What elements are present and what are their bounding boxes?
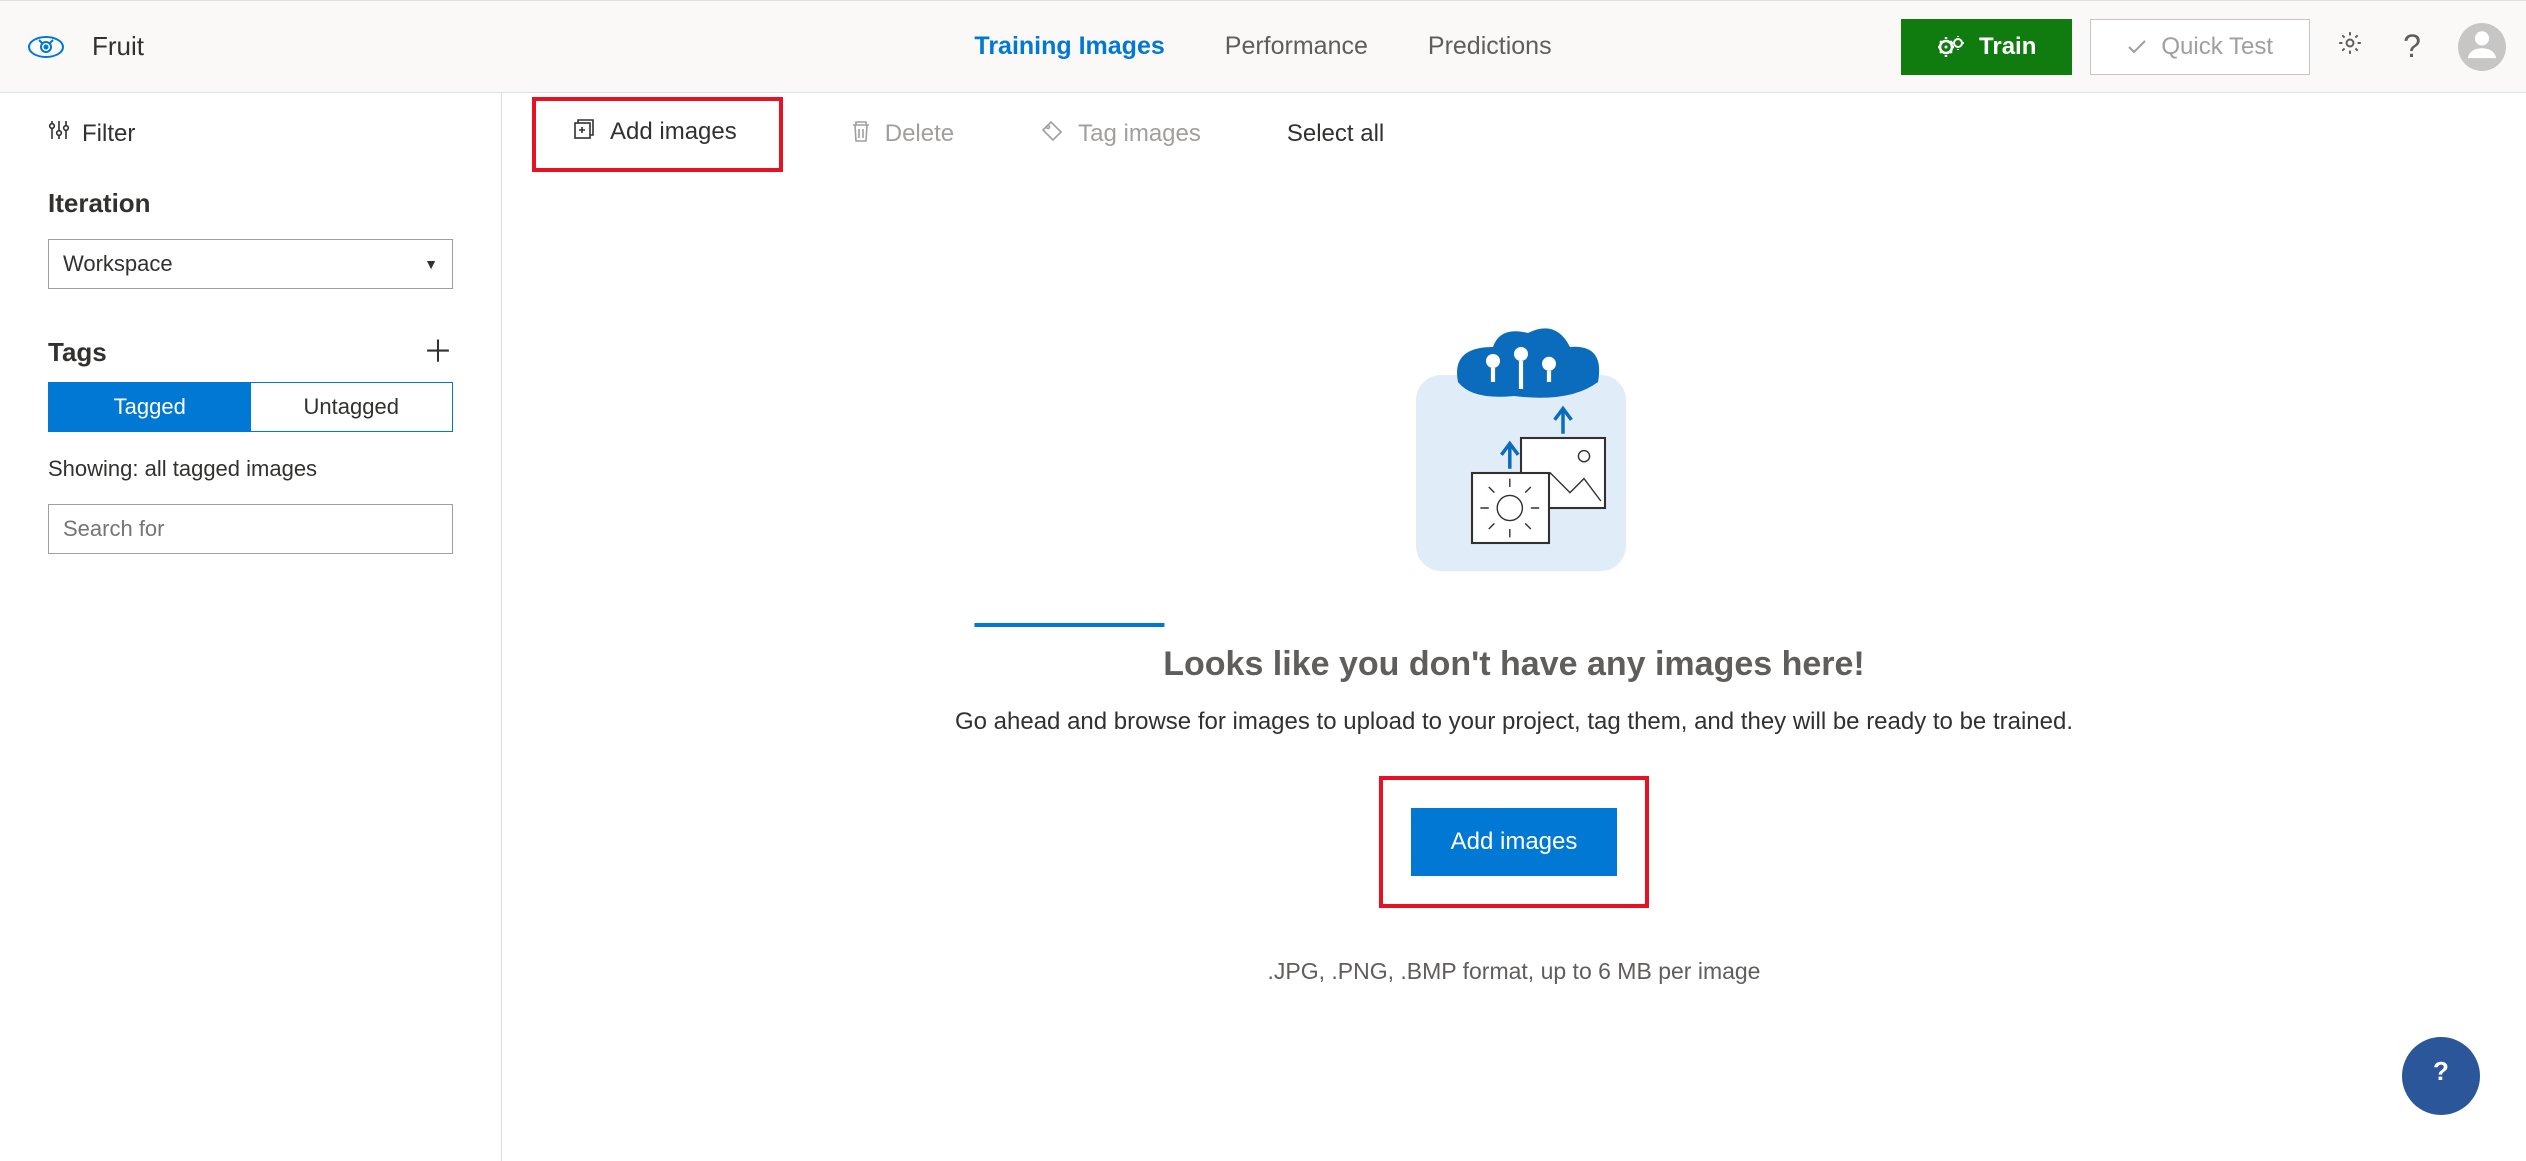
tag-search-input[interactable] [48,504,453,554]
tagged-button[interactable]: Tagged [49,383,251,431]
filter-label: Filter [82,120,135,148]
gears-icon [1937,36,1965,58]
user-avatar[interactable] [2458,23,2506,71]
empty-subtext: Go ahead and browse for images to upload… [955,708,2073,736]
add-tag-button[interactable]: ＋ [423,338,453,368]
settings-button[interactable] [2328,25,2372,69]
tab-predictions[interactable]: Predictions [1428,0,1552,627]
untagged-button[interactable]: Untagged [251,383,453,431]
tab-performance[interactable]: Performance [1225,0,1368,627]
add-images-label: Add images [610,118,737,146]
check-icon [2127,39,2147,55]
add-images-toolbar-button[interactable]: Add images [554,107,755,158]
project-title: Fruit [92,31,144,62]
empty-heading: Looks like you don't have any images her… [1163,645,1865,684]
add-images-button-highlight: Add images [1379,776,1650,908]
add-image-icon [572,117,596,148]
question-icon: ? [2403,28,2421,65]
app-root: Fruit Training Images Performance Predic… [0,0,2526,1161]
showing-text: Showing: all tagged images [48,456,453,482]
add-images-button[interactable]: Add images [1411,808,1618,876]
sliders-icon [48,119,70,148]
train-button[interactable]: Train [1901,19,2072,75]
header-bar: Fruit Training Images Performance Predic… [0,1,2526,93]
trash-icon [851,119,871,150]
chat-question-icon: ? [2417,1050,2465,1103]
gear-icon [2337,30,2363,63]
iteration-select[interactable]: Workspace ▼ [48,239,453,289]
header-actions: Train Quick Test ? [1901,19,2506,75]
person-icon [2465,27,2499,66]
tab-training-images[interactable]: Training Images [974,0,1164,627]
delete-label: Delete [885,120,954,148]
header-tabs: Training Images Performance Predictions [974,0,1551,627]
chevron-down-icon: ▼ [424,256,438,272]
add-images-highlight: Add images [532,97,783,172]
help-fab[interactable]: ? [2402,1037,2480,1115]
help-button[interactable]: ? [2390,25,2434,69]
delete-toolbar-button: Delete [833,109,972,160]
tag-filter-segmented: Tagged Untagged [48,382,453,432]
quick-test-button[interactable]: Quick Test [2090,19,2310,75]
plus-icon: ＋ [423,336,453,369]
custom-vision-logo-icon [28,34,64,60]
supported-formats-text: .JPG, .PNG, .BMP format, up to 6 MB per … [1268,958,1761,985]
quick-test-label: Quick Test [2161,33,2273,61]
iteration-value: Workspace [63,251,173,277]
train-button-label: Train [1979,33,2036,61]
filter-header[interactable]: Filter [48,119,453,148]
tags-label: Tags [48,337,107,368]
svg-text:?: ? [2433,1056,2449,1086]
sidebar: Filter Iteration Workspace ▼ Tags ＋ Tagg… [0,93,502,1161]
tags-header: Tags ＋ [48,337,453,368]
iteration-label: Iteration [48,188,453,219]
